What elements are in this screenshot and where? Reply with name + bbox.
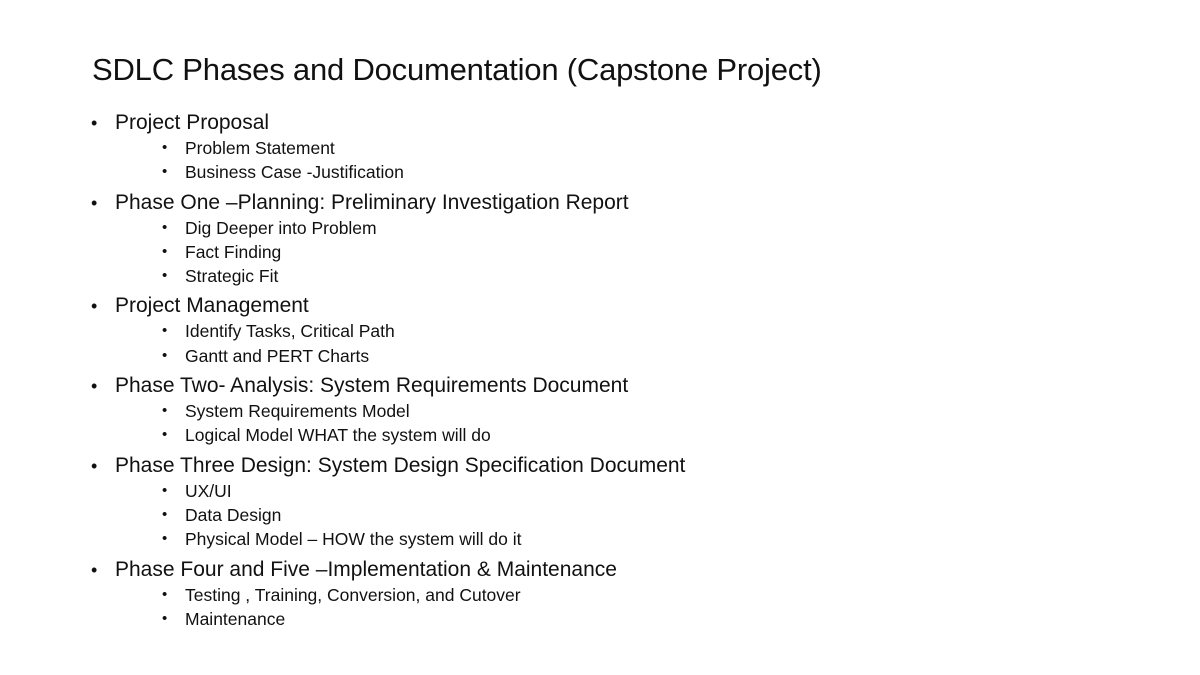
sub-item-label: Business Case -Justification — [185, 162, 404, 183]
bullet-icon: • — [91, 559, 98, 580]
sub-item: • Business Case -Justification — [115, 160, 1090, 184]
slide-title: SDLC Phases and Documentation (Capstone … — [92, 52, 822, 87]
section-label: Phase Two- Analysis: System Requirements… — [115, 374, 629, 398]
sub-bullet-list: • System Requirements Model • Logical Model… — [115, 399, 1090, 448]
sub-item-label: Fact Finding — [185, 241, 282, 262]
bullet-icon: • — [162, 530, 168, 548]
sub-item-label: Testing , Training, Conversion, and Cuto… — [185, 584, 521, 605]
sub-item-label: Strategic Fit — [185, 266, 279, 287]
section-item: • Project Proposal • Problem Statement • Busi… — [90, 110, 1090, 185]
section-item: • Phase Two- Analysis: System Requirement… — [90, 373, 1090, 448]
bullet-icon: • — [91, 376, 98, 397]
section-label: Phase One –Planning: Preliminary Investi… — [115, 190, 629, 214]
bullet-list: • Project Proposal • Problem Statement • Busi… — [90, 110, 1090, 631]
bullet-icon: • — [162, 585, 168, 603]
section-label: Phase Four and Five –Implementation & Ma… — [115, 557, 617, 581]
sub-item: • System Requirements Model — [115, 399, 1090, 423]
bullet-icon: • — [162, 346, 168, 364]
sub-item-label: Logical Model WHAT the system will do — [185, 425, 491, 446]
sub-item: • Gantt and PERT Charts — [115, 344, 1090, 368]
slide-content: • Project Proposal • Problem Statement • Busi… — [90, 110, 1090, 631]
bullet-icon: • — [91, 192, 98, 213]
bullet-icon: • — [162, 242, 168, 260]
section-item: • Phase Four and Five –Implementation & M… — [90, 557, 1090, 632]
sub-item: • Dig Deeper into Problem — [115, 216, 1090, 240]
sub-item: • Logical Model WHAT the system will do — [115, 423, 1090, 447]
bullet-icon: • — [162, 609, 168, 627]
bullet-icon: • — [162, 505, 168, 523]
section-item: • Phase One –Planning: Preliminary Invest… — [90, 190, 1090, 289]
sub-bullet-list: • Testing , Training, Conversion, and Cut… — [115, 583, 1090, 632]
sub-item: • Problem Statement — [115, 136, 1090, 160]
sub-item-label: Gantt and PERT Charts — [185, 345, 370, 366]
bullet-icon: • — [162, 139, 168, 156]
sub-item: • Testing , Training, Conversion, and Cut… — [115, 583, 1090, 607]
section-label: Project Proposal — [115, 111, 270, 134]
bullet-icon: • — [162, 322, 168, 340]
sub-item: • Maintenance — [115, 607, 1090, 631]
bullet-icon: • — [91, 113, 98, 133]
sub-item: • Fact Finding — [115, 240, 1090, 264]
sub-bullet-list: • UX/UI • Data Design • Physical Model – HOW … — [115, 479, 1090, 552]
section-item: • Phase Three Design: System Design Speci… — [90, 453, 1090, 552]
sub-bullet-list: • Dig Deeper into Problem • Fact Finding • St… — [115, 216, 1090, 289]
sub-item-label: Problem Statement — [185, 138, 335, 158]
section-label: Phase Three Design: System Design Specif… — [115, 453, 686, 477]
bullet-icon: • — [91, 296, 98, 317]
bullet-icon: • — [91, 455, 98, 476]
sub-item: • Data Design — [115, 503, 1090, 527]
sub-item-label: System Requirements Model — [185, 401, 410, 422]
sub-item-label: Identify Tasks, Critical Path — [185, 321, 395, 342]
sub-bullet-list: • Problem Statement • Business Case -Justif… — [115, 136, 1090, 185]
sub-item-label: Physical Model – HOW the system will do … — [185, 529, 522, 550]
bullet-icon: • — [162, 402, 168, 420]
sub-item-label: UX/UI — [185, 480, 232, 501]
sub-item: • UX/UI — [115, 479, 1090, 503]
bullet-icon: • — [162, 163, 168, 181]
bullet-icon: • — [162, 218, 168, 236]
section-label: Project Management — [115, 294, 309, 318]
section-item: • Project Management • Identify Tasks, Crit… — [90, 293, 1090, 368]
bullet-icon: • — [162, 481, 168, 499]
sub-item: • Physical Model – HOW the system will do… — [115, 527, 1090, 551]
sub-item-label: Data Design — [185, 504, 282, 525]
slide: SDLC Phases and Documentation (Capstone … — [0, 0, 1200, 675]
sub-item-label: Maintenance — [185, 608, 286, 629]
sub-item: • Identify Tasks, Critical Path — [115, 319, 1090, 343]
sub-bullet-list: • Identify Tasks, Critical Path • Gantt and… — [115, 319, 1090, 368]
sub-item: • Strategic Fit — [115, 264, 1090, 288]
bullet-icon: • — [162, 267, 168, 285]
sub-item-label: Dig Deeper into Problem — [185, 217, 377, 238]
bullet-icon: • — [162, 426, 168, 444]
